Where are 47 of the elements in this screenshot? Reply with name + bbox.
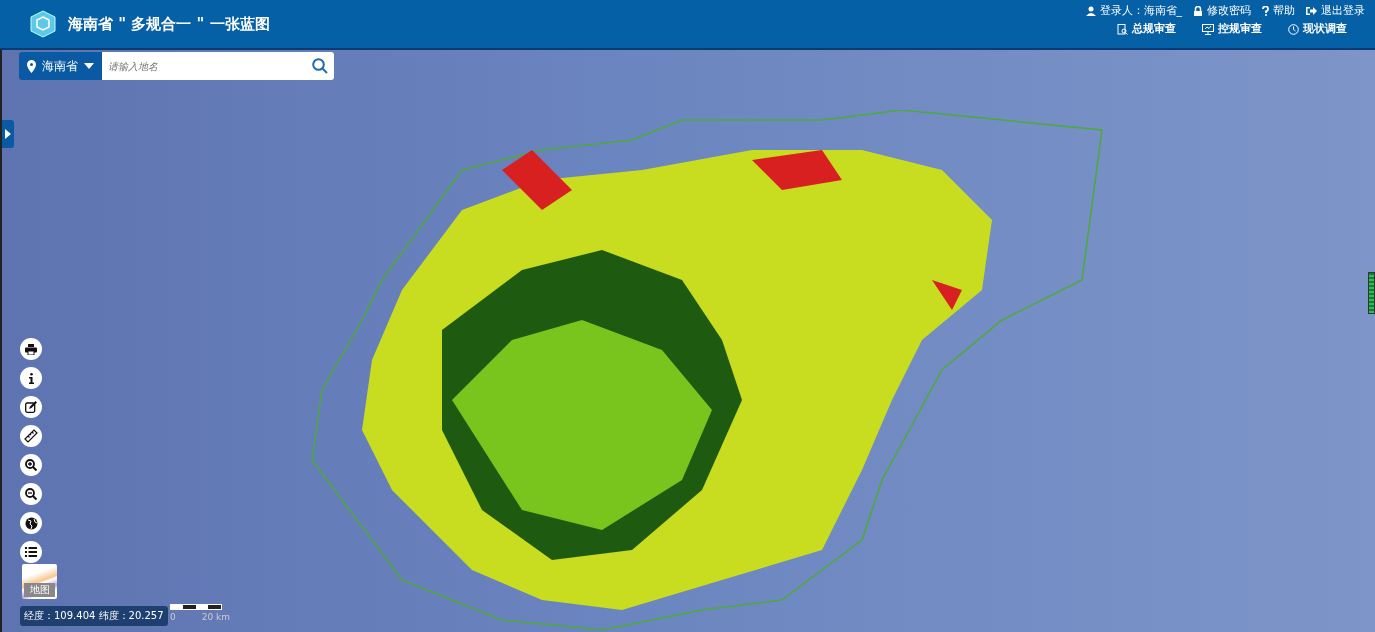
nav-link[interactable]: 现状调查 — [1288, 22, 1347, 36]
map-tool-button[interactable] — [20, 454, 42, 476]
location-pin-icon — [27, 59, 36, 73]
document-icon — [1117, 23, 1128, 35]
region-label: 海南省 — [42, 57, 78, 75]
panel-toggle[interactable] — [2, 120, 14, 148]
lock-link[interactable]: 修改密码 — [1193, 3, 1251, 18]
play-arrow-icon — [5, 129, 11, 139]
coordinates-readout: 经度：109.404 纬度：20.257 — [20, 606, 168, 626]
map-tool-button[interactable] — [20, 396, 42, 418]
logout-icon — [1306, 5, 1317, 16]
ruler-icon — [24, 429, 38, 443]
map-tool-button[interactable] — [20, 512, 42, 534]
nav-link[interactable]: 控规审查 — [1202, 22, 1262, 36]
help-link[interactable]: 帮助 — [1262, 3, 1295, 18]
zoom-in-icon — [25, 459, 37, 471]
map-tool-button[interactable] — [20, 367, 42, 389]
search-button[interactable] — [306, 52, 334, 80]
map-tool-button[interactable] — [20, 425, 42, 447]
scale-bar — [170, 604, 222, 610]
edit-icon — [25, 401, 37, 413]
search-icon — [312, 58, 328, 74]
lock-icon — [1193, 5, 1203, 16]
clock-icon — [1288, 23, 1299, 35]
scale-label: 0 — [170, 612, 176, 622]
monitor-icon — [1202, 23, 1214, 35]
map-tool-button[interactable] — [20, 483, 42, 505]
nav-link[interactable]: 总规审查 — [1117, 22, 1176, 36]
user-icon — [1085, 5, 1096, 16]
caret-icon — [84, 63, 94, 69]
printer-icon — [25, 343, 37, 355]
zoom-out-icon — [25, 488, 37, 500]
place-search-field[interactable]: 请输入地名 — [102, 52, 306, 80]
user-link[interactable]: 登录人：海南省_ — [1085, 3, 1182, 18]
map-tool-button[interactable] — [20, 338, 42, 360]
globe-icon — [24, 516, 38, 530]
region-dropdown[interactable]: 海南省 — [19, 52, 102, 80]
cube-logo-icon — [30, 10, 56, 38]
map-tool-button[interactable] — [20, 541, 42, 563]
scale-label: 20 km — [201, 612, 230, 622]
side-handle[interactable] — [1368, 272, 1375, 314]
info-icon — [28, 372, 34, 384]
app-title: 海南省 " 多规合一 " 一张蓝图 — [68, 14, 270, 34]
logout-link[interactable]: 退出登录 — [1306, 3, 1365, 18]
basemap-switcher[interactable]: 地图 — [22, 564, 57, 599]
list-icon — [25, 547, 37, 557]
question-icon — [1262, 5, 1269, 16]
